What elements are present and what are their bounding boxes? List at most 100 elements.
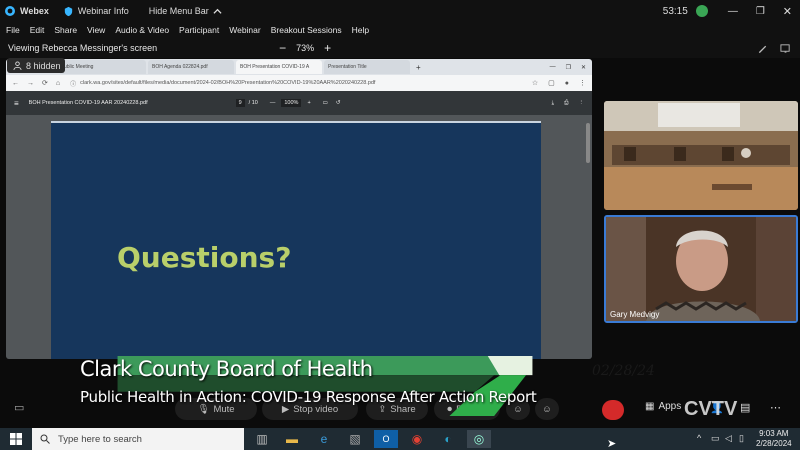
browser-close-icon[interactable]: ✕ — [581, 64, 586, 71]
lower-third-date: 02/28/24 — [592, 363, 655, 379]
hide-menu-bar-button[interactable]: Hide Menu Bar — [149, 6, 222, 16]
restore-window-icon[interactable]: ❐ — [756, 6, 765, 17]
pop-out-icon[interactable] — [780, 43, 791, 54]
webinar-info-icon — [64, 6, 73, 16]
menu-help[interactable]: Help — [352, 25, 369, 35]
zoom-out-button[interactable]: − — [279, 41, 286, 55]
pdf-print-icon[interactable]: ⎙ — [564, 100, 568, 107]
svg-text:CVTV: CVTV — [684, 398, 738, 420]
tab-label: BOH Agenda 022824.pdf — [152, 64, 208, 70]
status-avatar[interactable] — [695, 5, 708, 17]
minimize-window-icon[interactable]: — — [728, 6, 738, 17]
reload-icon[interactable]: ⟳ — [42, 79, 48, 87]
apps-label: Apps — [658, 401, 682, 412]
more-panels-icon[interactable]: ⋯ — [770, 401, 781, 414]
control-panel-icon[interactable]: ▧ — [343, 430, 367, 448]
menu-participant[interactable]: Participant — [179, 25, 219, 35]
menu-view[interactable]: View — [87, 25, 105, 35]
browser-restore-icon[interactable]: ❐ — [566, 64, 571, 71]
taskbar-clock[interactable]: 9:03 AM 2/28/2024 — [756, 429, 792, 449]
browser-minimize-icon[interactable]: — — [550, 64, 556, 70]
slide-title: Questions? — [117, 241, 292, 274]
cvtv-logo: CVTV — [684, 398, 738, 420]
windows-start-icon[interactable] — [10, 433, 22, 445]
bookmark-star-icon[interactable]: ☆ — [532, 79, 538, 87]
taskbar-search-box[interactable]: Type here to search — [32, 428, 244, 450]
speaker-name: Gary Medvigy — [610, 310, 660, 319]
menu-file[interactable]: File — [6, 25, 20, 35]
speaker-video-frame — [606, 217, 796, 321]
webinar-info-button[interactable]: Webinar Info — [63, 6, 129, 17]
viewing-screen-label: Viewing Rebecca Messinger's screen — [8, 43, 158, 53]
home-icon[interactable]: ⌂ — [56, 80, 60, 87]
lower-third-title: Clark County Board of Health — [80, 357, 373, 381]
menu-audio-video[interactable]: Audio & Video — [115, 25, 169, 35]
zoom-in-button[interactable]: + — [324, 41, 331, 55]
browser-tab[interactable]: ublic Meeting — [60, 60, 146, 74]
address-bar[interactable]: clark.wa.gov/sites/default/files/media/d… — [80, 80, 375, 86]
pdf-file-name: BOH Presentation COVID-19 AAR 20240228.p… — [28, 100, 148, 106]
taskbar-search-placeholder: Type here to search — [58, 433, 142, 445]
menu-edit[interactable]: Edit — [30, 25, 45, 35]
video-tile-chamber[interactable] — [604, 101, 798, 210]
pdf-more-icon[interactable]: ⋮ — [579, 100, 585, 106]
edge-icon[interactable]: ◐ — [436, 430, 460, 448]
pdf-toolbar: ≡ BOH Presentation COVID-19 AAR 20240228… — [6, 91, 592, 115]
hide-menu-bar-label: Hide Menu Bar — [148, 6, 209, 16]
pdf-zoom-in[interactable]: + — [307, 100, 310, 106]
browser-address-row: ← → ⟳ ⌂ ⓘ clark.wa.gov/sites/default/fil… — [6, 75, 592, 91]
meeting-timer: 53:15 — [662, 5, 688, 17]
tray-chevron-icon[interactable]: ^ — [697, 433, 701, 443]
shared-browser-window: ublic Meeting BOH Agenda 022824.pdf BOH … — [6, 59, 592, 359]
back-icon[interactable]: ← — [12, 80, 19, 87]
pdf-viewport[interactable]: Questions? — [6, 115, 592, 359]
chevron-up-icon — [213, 8, 222, 14]
webex-taskbar-icon[interactable]: ◎ — [467, 430, 491, 448]
menu-webinar[interactable]: Webinar — [229, 25, 261, 35]
close-window-icon[interactable]: ✕ — [783, 5, 792, 18]
pdf-fit-page-icon[interactable]: ▭ — [323, 100, 328, 106]
pdf-download-icon[interactable]: ⤓ — [552, 100, 554, 107]
speaker-volume-icon[interactable]: ◁ — [725, 433, 732, 444]
pdf-zoom-out[interactable]: — — [270, 100, 276, 106]
pdf-scrollbar[interactable] — [586, 123, 590, 163]
webex-app-menu[interactable]: Webex — [4, 5, 49, 17]
menu-share[interactable]: Share — [54, 25, 77, 35]
hidden-participants-button[interactable]: 8 hidden — [7, 58, 65, 73]
chrome-icon[interactable]: ◉ — [405, 430, 429, 448]
profile-icon[interactable]: ● — [565, 80, 569, 87]
webex-title-bar: Webex Webinar Info Hide Menu Bar 53:15 —… — [0, 0, 800, 22]
taskbar-date: 2/28/2024 — [756, 439, 792, 448]
mouse-cursor-icon: ➤ — [607, 438, 617, 450]
new-tab-button[interactable]: + — [416, 63, 421, 72]
browser-menu-icon[interactable]: ⋮ — [579, 79, 586, 87]
pdf-page-input[interactable]: 9 — [235, 99, 245, 107]
file-explorer-icon[interactable]: ▬ — [280, 430, 304, 448]
battery-icon[interactable]: ▯ — [739, 433, 744, 444]
edge-legacy-icon[interactable]: e — [312, 430, 336, 448]
pdf-menu-icon[interactable]: ≡ — [14, 99, 19, 108]
extensions-icon[interactable]: ▢ — [548, 79, 555, 87]
viewing-bar: Viewing Rebecca Messinger's screen − 73%… — [0, 38, 800, 58]
taskbar-time: 9:03 AM — [759, 429, 789, 438]
video-tile-speaker[interactable]: Gary Medvigy — [604, 215, 798, 323]
tab-label: ublic Meeting — [64, 64, 94, 70]
forward-icon[interactable]: → — [27, 80, 34, 87]
webex-logo-icon — [5, 6, 15, 16]
browser-tab[interactable]: BOH Agenda 022824.pdf — [148, 60, 234, 74]
chamber-video-frame — [604, 101, 798, 210]
task-view-icon[interactable]: ▥ — [250, 430, 274, 448]
browser-tab-active[interactable]: BOH Presentation COVID-19 A — [236, 60, 322, 74]
hidden-count: 8 hidden — [26, 60, 61, 71]
menu-breakout-sessions[interactable]: Breakout Sessions — [271, 25, 342, 35]
pdf-rotate-icon[interactable]: ↺ — [336, 100, 341, 106]
apps-button[interactable]: ▦ Apps — [645, 401, 681, 412]
annotate-icon[interactable] — [757, 43, 768, 54]
outlook-icon[interactable]: O — [374, 430, 398, 448]
browser-tab[interactable]: Presentation Title — [324, 60, 410, 74]
site-info-icon[interactable]: ⓘ — [70, 79, 76, 88]
pdf-zoom-level[interactable]: 100% — [281, 99, 302, 107]
zoom-level: 73% — [296, 43, 315, 53]
network-icon[interactable]: ▭ — [711, 433, 720, 444]
webex-menu-bar: File Edit Share View Audio & Video Parti… — [0, 22, 800, 38]
